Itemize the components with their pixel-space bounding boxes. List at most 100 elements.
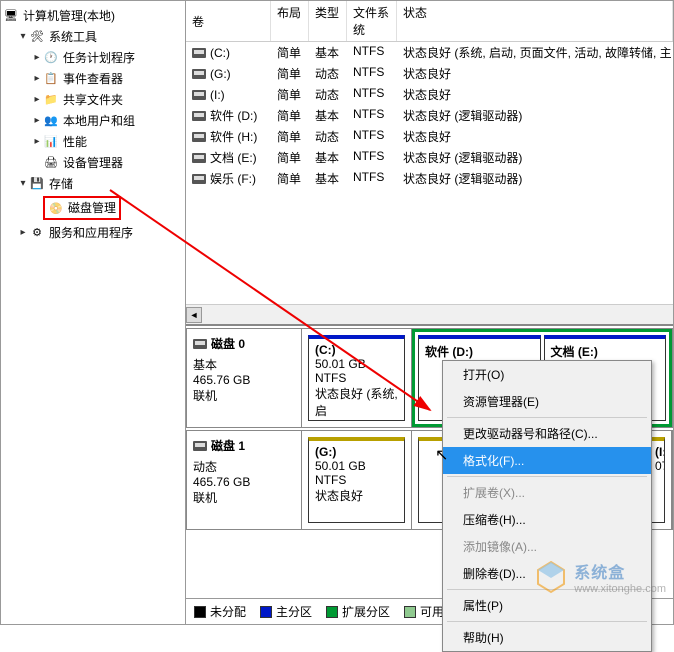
volume-status: 状态良好	[397, 64, 673, 83]
tree-label: 性能	[63, 133, 87, 150]
legend-extended: 扩展分区	[342, 603, 390, 620]
tree-event-viewer[interactable]: ▸📋事件查看器	[3, 68, 183, 89]
legend-unalloc: 未分配	[210, 603, 246, 620]
menu-separator	[447, 417, 647, 418]
expand-icon[interactable]: ▸	[31, 136, 43, 147]
menu-open[interactable]: 打开(O)	[443, 361, 651, 388]
volume-row[interactable]: 软件 (D:)简单基本NTFS状态良好 (逻辑驱动器)	[186, 105, 673, 126]
volume-row[interactable]: (C:)简单基本NTFS状态良好 (系统, 启动, 页面文件, 活动, 故障转储…	[186, 42, 673, 63]
horizontal-scrollbar[interactable]: ◄	[186, 304, 673, 324]
tree-root[interactable]: 🖥计算机管理(本地)	[3, 5, 183, 26]
menu-extend[interactable]: 扩展卷(X)...	[443, 479, 651, 506]
menu-explorer[interactable]: 资源管理器(E)	[443, 388, 651, 415]
part-name: (G:)	[315, 445, 336, 459]
volume-layout: 简单	[271, 169, 309, 188]
disk-icon	[193, 441, 207, 451]
watermark-title: 系统盒	[574, 559, 666, 583]
disk-title: 磁盘 1	[211, 437, 245, 454]
clock-icon: 🕐	[43, 50, 59, 66]
volume-name: 软件 (H:)	[210, 128, 257, 145]
part-status: 状态良好	[315, 489, 363, 503]
partition-g[interactable]: (G:) 50.01 GB NTFS 状态良好	[302, 431, 412, 529]
computer-icon: 🖥	[3, 8, 19, 24]
tree-shared-folders[interactable]: ▸📁共享文件夹	[3, 89, 183, 110]
volume-status: 状态良好	[397, 85, 673, 104]
watermark-url: www.xitonghe.com	[574, 583, 666, 595]
tree-system-tools[interactable]: ▾🛠系统工具	[3, 26, 183, 47]
services-icon: ⚙	[29, 225, 45, 241]
scroll-left-icon[interactable]: ◄	[186, 307, 202, 323]
header-layout[interactable]: 布局	[271, 1, 309, 41]
menu-change-letter[interactable]: 更改驱动器号和路径(C)...	[443, 420, 651, 447]
collapse-icon[interactable]: ▾	[17, 178, 29, 189]
disk-1-info[interactable]: 磁盘 1 动态 465.76 GB 联机	[187, 431, 302, 529]
tree-local-users[interactable]: ▸👥本地用户和组	[3, 110, 183, 131]
disk-mgmt-icon: 📀	[48, 201, 64, 217]
volume-row[interactable]: 娱乐 (F:)简单基本NTFS状态良好 (逻辑驱动器)	[186, 168, 673, 189]
volume-status: 状态良好 (系统, 启动, 页面文件, 活动, 故障转储, 主	[397, 43, 673, 62]
tree-label: 系统工具	[49, 28, 97, 45]
volume-name: (G:)	[210, 67, 231, 81]
menu-format[interactable]: 格式化(F)...	[443, 447, 651, 474]
header-fs[interactable]: 文件系统	[347, 1, 397, 41]
menu-help[interactable]: 帮助(H)	[443, 624, 651, 651]
tree-disk-mgmt[interactable]: 📀 磁盘管理	[3, 194, 183, 222]
volume-type: 基本	[309, 148, 347, 167]
volume-layout: 简单	[271, 85, 309, 104]
legend-primary-box	[260, 606, 272, 618]
menu-separator	[447, 621, 647, 622]
tree-device-manager[interactable]: 🖨设备管理器	[3, 152, 183, 173]
part-name: 文档 (E:)	[551, 345, 598, 359]
expand-icon[interactable]: ▸	[31, 115, 43, 126]
part-size: 07	[655, 459, 665, 473]
menu-separator	[447, 476, 647, 477]
volume-row[interactable]: 文档 (E:)简单基本NTFS状态良好 (逻辑驱动器)	[186, 147, 673, 168]
volume-row[interactable]: 软件 (H:)简单动态NTFS状态良好	[186, 126, 673, 147]
volume-type: 动态	[309, 64, 347, 83]
volume-row[interactable]: (G:)简单动态NTFS状态良好	[186, 63, 673, 84]
volume-type: 基本	[309, 169, 347, 188]
volume-type: 基本	[309, 106, 347, 125]
tree-label: 磁盘管理	[68, 201, 116, 215]
menu-add-mirror[interactable]: 添加镜像(A)...	[443, 533, 651, 560]
part-size: 50.01 GB NTFS	[315, 357, 366, 385]
menu-shrink[interactable]: 压缩卷(H)...	[443, 506, 651, 533]
part-name: 软件 (D:)	[425, 345, 473, 359]
context-menu: 打开(O) 资源管理器(E) 更改驱动器号和路径(C)... 格式化(F)...…	[442, 360, 652, 652]
menu-properties[interactable]: 属性(P)	[443, 592, 651, 619]
expand-icon[interactable]: ▸	[17, 227, 29, 238]
volume-layout: 简单	[271, 43, 309, 62]
volume-status: 状态良好 (逻辑驱动器)	[397, 148, 673, 167]
expand-icon[interactable]: ▸	[31, 73, 43, 84]
header-volume[interactable]: 卷	[186, 1, 271, 41]
collapse-icon[interactable]: ▾	[17, 31, 29, 42]
tree-label: 事件查看器	[63, 70, 123, 87]
volume-status: 状态良好 (逻辑驱动器)	[397, 169, 673, 188]
tree-storage[interactable]: ▾💾存储	[3, 173, 183, 194]
volume-icon	[192, 90, 206, 100]
disk-type: 基本	[193, 356, 295, 373]
tools-icon: 🛠	[29, 29, 45, 45]
partition-c[interactable]: (C:) 50.01 GB NTFS 状态良好 (系统, 启	[302, 329, 412, 427]
volume-row[interactable]: (I:)简单动态NTFS状态良好	[186, 84, 673, 105]
part-status: 状态良好 (系统, 启	[315, 387, 398, 418]
volume-list: (C:)简单基本NTFS状态良好 (系统, 启动, 页面文件, 活动, 故障转储…	[186, 42, 673, 189]
volume-fs: NTFS	[347, 106, 397, 125]
volume-fs: NTFS	[347, 127, 397, 146]
header-type[interactable]: 类型	[309, 1, 347, 41]
volume-icon	[192, 48, 206, 58]
disk-status: 联机	[193, 489, 295, 506]
expand-icon[interactable]: ▸	[31, 94, 43, 105]
event-icon: 📋	[43, 71, 59, 87]
part-name: (I:)	[655, 445, 665, 459]
expand-icon[interactable]: ▸	[31, 52, 43, 63]
perf-icon: 📊	[43, 134, 59, 150]
volume-fs: NTFS	[347, 43, 397, 62]
tree-services[interactable]: ▸⚙服务和应用程序	[3, 222, 183, 243]
legend-extended-box	[326, 606, 338, 618]
tree-performance[interactable]: ▸📊性能	[3, 131, 183, 152]
tree-task-scheduler[interactable]: ▸🕐任务计划程序	[3, 47, 183, 68]
disk-0-info[interactable]: 磁盘 0 基本 465.76 GB 联机	[187, 329, 302, 427]
volume-fs: NTFS	[347, 85, 397, 104]
header-status[interactable]: 状态	[397, 1, 673, 41]
